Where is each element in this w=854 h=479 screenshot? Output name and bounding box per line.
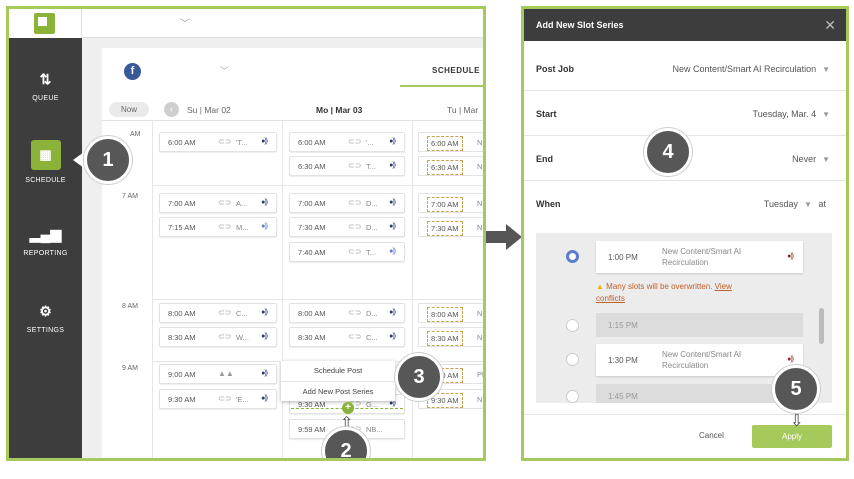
day-header-sun: Su | Mar 02 [187,105,231,115]
now-button[interactable]: Now [109,102,149,117]
scheduler-screenshot: ⇅ QUEUE ▦ SCHEDULE ▂▄▆ REPORTING ⚙ SETTI… [6,6,486,461]
step-badge-5: 5 [772,365,820,413]
step-badge-1: 1 [84,136,132,184]
slot-tue[interactable]: 8:00 AM N [418,303,483,323]
day-header-tue: Tu | Mar [447,105,479,115]
link-icon: ⊂⊃ [348,308,362,317]
slot-tue[interactable]: 6:00 AM N [418,132,483,152]
slot-mon[interactable]: 8:00 AM ⊂⊃ D... ●)) [289,303,405,323]
slot-sun[interactable]: 8:00 AM ⊂⊃ C... ●)) [159,303,277,323]
cursor-icon: ⇩ [790,413,804,430]
time-slot-option[interactable]: 1:15 PM [596,313,803,337]
previous-arrow-icon[interactable]: ‹ [164,102,179,117]
view-conflicts-link[interactable]: View [715,282,732,291]
when-field[interactable]: When Tuesday ▼ at [524,181,846,226]
tab-schedule[interactable]: SCHEDULE [432,66,480,75]
day-header-mon: Mo | Mar 03 [316,105,363,115]
view-conflicts-link[interactable]: conflicts [596,294,625,303]
slot-sun[interactable]: 9:30 AM ⊂⊃ 'E... ●)) [159,389,277,409]
slot-tue[interactable]: 8:30 AM N [418,327,483,347]
sidebar-item-label: REPORTING [23,250,68,257]
slot-sun[interactable]: 8:30 AM ⊂⊃ W... ●)) [159,327,277,347]
context-menu: Schedule Post Add New Post Series [281,361,395,401]
tab-underline [400,85,483,87]
schedule-post-menu-item[interactable]: Schedule Post [281,361,395,381]
facebook-icon[interactable]: f [124,63,141,80]
link-icon: ⊂⊃ [348,332,362,341]
hour-label: 8 AM [122,303,138,310]
time-radio[interactable] [566,353,579,366]
cancel-button[interactable]: Cancel [699,431,724,440]
caret-down-icon: ▼ [822,110,830,119]
chevron-down-icon[interactable]: ﹀ [180,15,190,30]
caret-down-icon: ▼ [822,155,830,164]
link-icon: ⊂⊃ [218,137,232,146]
sidebar-item-reporting[interactable]: ▂▄▆ REPORTING [9,224,82,257]
start-field[interactable]: Start Tuesday, Mar. 4 ▼ [524,91,846,136]
time-slot-option[interactable]: 1:30 PM New Content/Smart AI Recirculati… [596,344,803,376]
calendar-icon: ▦ [30,140,61,170]
slot-sun[interactable]: 7:00 AM ⊂⊃ A... ●)) [159,193,277,213]
caret-down-icon: ▼ [822,65,830,74]
sidebar-item-label: SETTINGS [26,327,65,334]
slot-mon[interactable]: 6:00 AM ⊂⊃ '... ●)) [289,132,405,152]
link-icon: ⊂⊃ [218,394,232,403]
image-icon: ▲▲ [218,369,234,378]
slot-sun[interactable]: 7:15 AM ⊂⊃ M... ●)) [159,217,277,237]
link-icon: ⊂⊃ [348,198,362,207]
slot-sun[interactable]: 9:00 AM ▲▲ ●)) [159,364,277,384]
overwrite-warning: ▲ Many slots will be overwritten. View c… [596,282,732,303]
link-icon: ⊂⊃ [348,247,362,256]
bar-chart-icon: ▂▄▆ [29,226,62,242]
sidebar-item-settings[interactable]: ⚙ SETTINGS [9,301,82,334]
post-job-field[interactable]: Post Job New Content/Smart AI Recirculat… [524,46,846,91]
gear-icon: ⚙ [39,303,52,319]
hour-label: 9 AM [122,365,138,372]
time-slot-option[interactable]: 1:00 PM New Content/Smart AI Recirculati… [596,241,803,273]
slot-mon[interactable]: 6:30 AM ⊂⊃ T... ●)) [289,156,405,176]
link-icon: ⊂⊃ [218,222,232,231]
sort-arrows-icon: ⇅ [39,71,52,87]
caret-down-icon: ▼ [804,200,812,209]
sidebar: ⇅ QUEUE ▦ SCHEDULE ▂▄▆ REPORTING ⚙ SETTI… [9,9,82,458]
top-bar: ﹀ [82,9,483,38]
slot-mon[interactable]: 7:30 AM ⊂⊃ D... ●)) [289,217,405,237]
app-logo[interactable] [9,9,82,38]
time-radio[interactable] [566,250,579,263]
scrollbar[interactable] [819,308,824,344]
link-icon: ⊂⊃ [218,198,232,207]
step-badge-4: 4 [644,128,692,176]
link-icon: ⊂⊃ [218,332,232,341]
sidebar-item-label: QUEUE [32,95,59,102]
hour-label: 7 AM [122,193,138,200]
slot-mon[interactable]: 7:40 AM ⊂⊃ T... ●)) [289,242,405,262]
link-icon: ⊂⊃ [348,161,362,170]
link-icon: ⊂⊃ [348,137,362,146]
slot-tue[interactable]: 6:30 AM N [418,156,483,176]
step-badge-3: 3 [395,353,443,401]
link-icon: ⊂⊃ [218,308,232,317]
link-icon: ⊂⊃ [348,222,362,231]
slot-mon[interactable]: 8:30 AM ⊂⊃ C... ●)) [289,327,405,347]
sidebar-item-schedule[interactable]: ▦ SCHEDULE [9,140,82,184]
time-radio[interactable] [566,319,579,332]
modal-header: Add New Slot Series ✕ [524,9,846,41]
slot-sun[interactable]: 6:00 AM ⊂⊃ 'T... ●)) [159,132,277,152]
close-icon[interactable]: ✕ [824,9,836,41]
add-post-series-menu-item[interactable]: Add New Post Series [281,381,395,401]
add-slot-series-modal: Add New Slot Series ✕ Post Job New Conte… [521,6,849,461]
slot-tue[interactable]: 7:00 AM N [418,193,483,213]
warning-icon: ▲ [596,282,604,291]
pointer-triangle-icon [73,152,84,168]
modal-title: Add New Slot Series [536,20,624,30]
slot-tue[interactable]: 7:30 AM N [418,217,483,237]
chevron-down-icon[interactable]: ﹀ [220,64,229,77]
sidebar-item-queue[interactable]: ⇅ QUEUE [9,69,82,102]
hour-label: AM [130,131,141,138]
sidebar-item-label: SCHEDULE [25,177,66,184]
date-navigation: Now ‹ Su | Mar 02 Mo | Mar 03 Tu | Mar [102,97,483,121]
time-radio[interactable] [566,390,579,403]
slot-mon[interactable]: 7:00 AM ⊂⊃ D... ●)) [289,193,405,213]
right-arrow-icon [486,224,522,250]
